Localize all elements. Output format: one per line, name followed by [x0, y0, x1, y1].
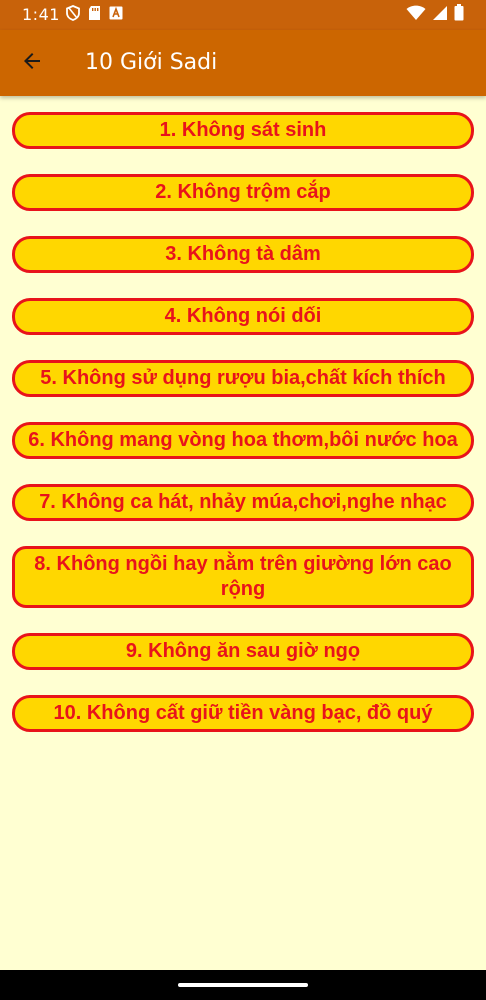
precepts-list: 1. Không sát sinh 2. Không trộm cắp 3. K… — [12, 112, 474, 732]
status-time: 1:41 — [22, 5, 60, 24]
precept-button-8[interactable]: 8. Không ngồi hay nằm trên giường lớn ca… — [12, 546, 474, 608]
wifi-icon — [406, 5, 426, 26]
home-gesture-handle[interactable] — [178, 983, 308, 987]
signal-icon — [432, 5, 448, 26]
back-button[interactable] — [10, 41, 54, 85]
precept-button-7[interactable]: 7. Không ca hát, nhảy múa,chơi,nghe nhạc — [12, 484, 474, 521]
precept-button-5[interactable]: 5. Không sử dụng rượu bia,chất kích thíc… — [12, 360, 474, 397]
precept-button-1[interactable]: 1. Không sát sinh — [12, 112, 474, 149]
precept-button-3[interactable]: 3. Không tà dâm — [12, 236, 474, 273]
precept-button-4[interactable]: 4. Không nói dối — [12, 298, 474, 335]
precept-button-10[interactable]: 10. Không cất giữ tiền vàng bạc, đồ quý — [12, 695, 474, 732]
arrow-left-icon — [20, 49, 44, 78]
status-bar: 1:41 — [0, 0, 486, 30]
precept-button-6[interactable]: 6. Không mang vòng hoa thơm,bôi nước hoa — [12, 422, 474, 459]
status-icons-right — [406, 4, 464, 26]
status-icons-left — [66, 4, 123, 26]
sd-card-icon — [88, 5, 101, 26]
battery-icon — [454, 4, 464, 26]
precept-button-2[interactable]: 2. Không trộm cắp — [12, 174, 474, 211]
shield-icon — [66, 4, 80, 26]
app-bar: 10 Giới Sadi — [0, 30, 486, 96]
precept-button-9[interactable]: 9. Không ăn sau giờ ngọ — [12, 633, 474, 670]
navigation-bar — [0, 970, 486, 1000]
a-badge-icon — [109, 6, 123, 25]
page-title: 10 Giới Sadi — [85, 50, 218, 75]
